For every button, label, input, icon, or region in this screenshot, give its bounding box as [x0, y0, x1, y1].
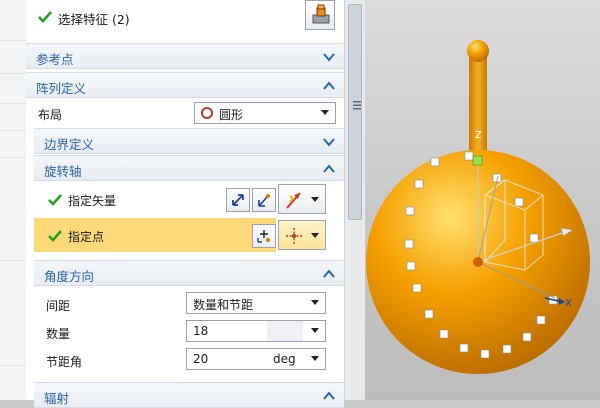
model-stem	[469, 50, 487, 165]
origin-point	[473, 257, 483, 267]
point-dialog-button[interactable]	[252, 224, 276, 248]
vector-type-select[interactable]	[278, 184, 326, 214]
reverse-direction-button[interactable]	[226, 188, 250, 212]
chevron-up-icon[interactable]	[322, 162, 336, 176]
count-label: 数量	[46, 327, 71, 341]
chevron-down-icon[interactable]	[322, 50, 336, 64]
grip-icon	[353, 101, 361, 110]
specify-vector-row[interactable]: 指定矢量	[34, 182, 344, 216]
left-edge-strip	[0, 0, 27, 400]
pitch-angle-label: 节距角	[46, 355, 83, 369]
layout-select[interactable]: 圆形	[194, 102, 336, 124]
pitch-angle-input[interactable]: 20 deg	[186, 348, 326, 370]
section-rotation-axis[interactable]: 旋转轴	[34, 155, 344, 181]
axis-x-label: X	[565, 298, 572, 309]
specify-vector-label: 指定矢量	[68, 194, 117, 208]
check-icon	[48, 229, 62, 243]
section-angle-direction-label: 角度方向	[44, 269, 95, 284]
spacing-label: 间距	[46, 299, 71, 313]
layout-label: 布局	[38, 108, 63, 122]
specify-point-row[interactable]: 指定点	[34, 218, 344, 252]
point-icon	[284, 226, 304, 249]
section-rotation-axis-label: 旋转轴	[44, 164, 82, 179]
reverse-direction-icon	[230, 192, 246, 211]
check-icon	[38, 10, 52, 24]
spacing-row: 间距 数量和节距	[34, 290, 344, 318]
vector-dialog-button[interactable]	[252, 188, 276, 212]
scrollbar-thumb[interactable]	[348, 4, 362, 220]
pitch-angle-row: 节距角 20 deg	[34, 346, 344, 374]
specify-point-label: 指定点	[68, 230, 105, 244]
spacing-select-value: 数量和节距	[193, 298, 254, 312]
axis-z-label: Z	[475, 130, 482, 141]
check-icon	[48, 193, 62, 207]
chevron-down-icon	[311, 328, 319, 333]
section-reference-point-label: 参考点	[36, 52, 74, 67]
point-constructor-icon	[256, 228, 272, 247]
chevron-down-icon	[311, 197, 319, 202]
select-feature-label: 选择特征 (2)	[58, 12, 130, 27]
count-input-shade	[267, 321, 303, 341]
chevron-up-icon[interactable]	[322, 79, 336, 93]
model-3d-view: Z X	[366, 40, 590, 374]
vector-type-icon	[284, 190, 304, 213]
spacing-select[interactable]: 数量和节距	[186, 292, 326, 314]
chevron-down-icon	[311, 300, 319, 305]
count-input-value: 18	[193, 324, 209, 338]
chevron-down-icon	[321, 110, 329, 115]
circle-layout-icon	[200, 106, 214, 123]
point-type-select[interactable]	[278, 220, 326, 250]
section-angle-direction[interactable]: 角度方向	[34, 260, 344, 286]
select-feature-row[interactable]: 选择特征 (2)	[26, 0, 344, 40]
layout-select-value: 圆形	[219, 108, 244, 122]
model-stem-cap	[467, 40, 489, 62]
vector-icon	[256, 192, 272, 211]
solid-feature-button[interactable]	[305, 0, 335, 30]
count-input[interactable]: 18	[186, 320, 326, 342]
chevron-up-icon[interactable]	[322, 267, 336, 281]
chevron-down-icon[interactable]	[322, 135, 336, 149]
graphics-viewport[interactable]: Z X	[365, 0, 600, 400]
section-radiation[interactable]: 辐射	[34, 382, 344, 408]
solid-feature-icon	[310, 4, 332, 29]
section-boundary-definition[interactable]: 边界定义	[34, 128, 344, 154]
section-boundary-definition-label: 边界定义	[44, 137, 95, 152]
section-reference-point[interactable]: 参考点	[26, 43, 344, 69]
section-radiation-label: 辐射	[44, 391, 70, 406]
pitch-angle-unit: deg	[273, 352, 296, 366]
chevron-down-icon	[311, 356, 319, 361]
dialog-scrollbar[interactable]	[344, 0, 365, 400]
layout-row: 布局 圆形	[26, 100, 344, 128]
pattern-feature-dialog: 选择特征 (2) 参考点 阵列定义 布局 圆形 边界定义 旋转轴 指定矢量 指定…	[26, 0, 344, 408]
pitch-angle-value: 20	[193, 352, 209, 366]
count-row: 数量 18	[34, 318, 344, 346]
chevron-down-icon	[311, 233, 319, 238]
section-pattern-definition-label: 阵列定义	[36, 81, 87, 96]
chevron-up-icon[interactable]	[322, 389, 336, 403]
section-pattern-definition[interactable]: 阵列定义	[26, 72, 344, 98]
